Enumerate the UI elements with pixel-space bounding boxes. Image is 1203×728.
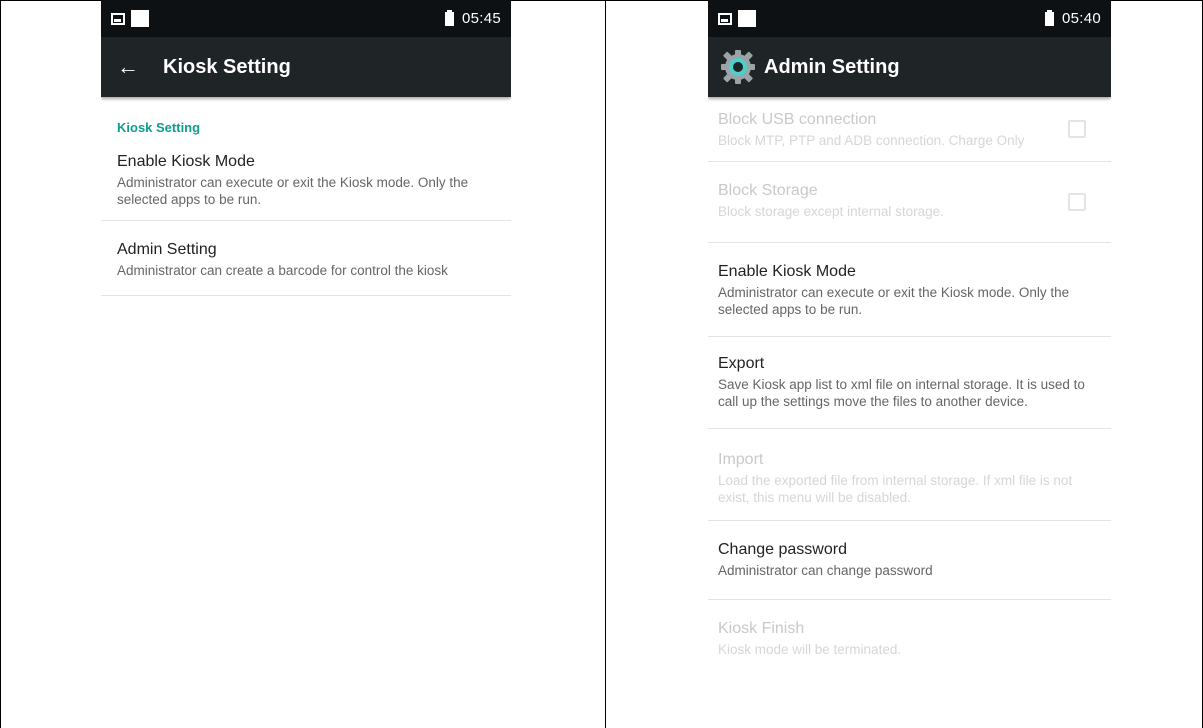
pref-export[interactable]: Export Save Kiosk app list to xml file o… [708, 337, 1111, 429]
back-arrow-icon[interactable]: ← [101, 56, 141, 78]
pref-summary: Save Kiosk app list to xml file on inter… [718, 377, 1085, 409]
toolbar: ← Kiosk Setting [101, 37, 511, 97]
page-title: Kiosk Setting [163, 55, 291, 78]
pref-title: Import [718, 451, 764, 468]
pref-title: Block Storage [718, 182, 818, 199]
status-bar: 05:45 [101, 0, 511, 37]
preference-list: Kiosk Setting Enable Kiosk Mode Administ… [101, 97, 511, 296]
pref-title: Block USB connection [718, 111, 877, 128]
pref-summary: Administrator can execute or exit the Ki… [718, 285, 1070, 317]
pref-title: Change password [718, 541, 847, 558]
pref-title: Export [718, 355, 765, 372]
pref-kiosk-finish[interactable]: Kiosk Finish Kiosk mode will be terminat… [708, 600, 1111, 672]
pref-summary: Administrator can execute or exit the Ki… [117, 175, 469, 207]
block-storage-checkbox[interactable] [1068, 193, 1086, 211]
pref-enable-kiosk-mode[interactable]: Enable Kiosk Mode Administrator can exec… [101, 143, 511, 221]
status-time: 05:45 [461, 10, 501, 27]
pref-summary: Kiosk mode will be terminated. [718, 642, 902, 657]
pref-summary: Load the exported file from internal sto… [718, 473, 1073, 505]
pref-enable-kiosk-mode[interactable]: Enable Kiosk Mode Administrator can exec… [708, 243, 1111, 337]
pref-summary: Block storage except internal storage. [718, 204, 944, 219]
notification-square-icon [131, 10, 149, 27]
pref-title: Enable Kiosk Mode [117, 153, 255, 170]
battery-icon [1044, 9, 1054, 26]
status-time: 05:40 [1061, 10, 1101, 27]
page-title: Admin Setting [764, 55, 900, 78]
pref-title: Kiosk Finish [718, 620, 805, 637]
pref-summary: Block MTP, PTP and ADB connection. Charg… [718, 133, 1025, 148]
status-bar: 05:40 [708, 0, 1111, 37]
pref-admin-setting[interactable]: Admin Setting Administrator can create a… [101, 221, 511, 296]
image-icon [718, 12, 732, 25]
block-usb-checkbox[interactable] [1068, 120, 1086, 138]
pref-title: Admin Setting [117, 241, 217, 258]
pref-summary: Administrator can change password [718, 563, 933, 578]
pref-title: Enable Kiosk Mode [718, 263, 856, 280]
pref-change-password[interactable]: Change password Administrator can change… [708, 521, 1111, 600]
preference-list: Block USB connection Block MTP, PTP and … [708, 97, 1111, 672]
section-header: Kiosk Setting [117, 120, 201, 135]
toolbar: Admin Setting [708, 37, 1111, 97]
gear-app-icon[interactable] [718, 47, 758, 87]
table-column-divider [605, 0, 606, 728]
battery-icon [444, 9, 454, 26]
image-icon [111, 12, 125, 25]
pref-summary: Administrator can create a barcode for c… [117, 263, 448, 278]
pref-block-storage[interactable]: Block Storage Block storage except inter… [708, 162, 1111, 243]
pref-block-usb-connection[interactable]: Block USB connection Block MTP, PTP and … [708, 97, 1111, 162]
pref-import[interactable]: Import Load the exported file from inter… [708, 429, 1111, 521]
right-screenshot: 05:40 Admin Setting Block USB connection… [708, 0, 1111, 728]
left-screenshot: 05:45 ← Kiosk Setting Kiosk Setting Enab… [101, 0, 511, 728]
notification-square-icon [738, 10, 756, 27]
